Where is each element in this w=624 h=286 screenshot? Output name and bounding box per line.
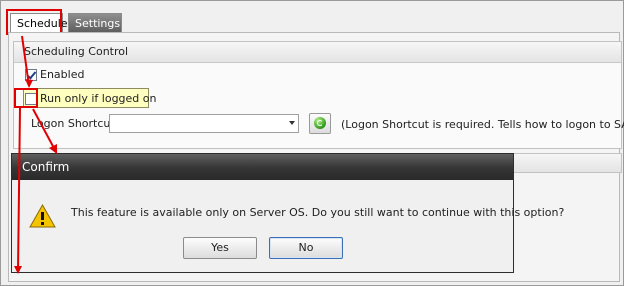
dialog-message: This feature is available only on Server…: [71, 206, 565, 219]
section-header: [508, 153, 622, 173]
group-title: Scheduling Control: [14, 42, 621, 63]
enabled-checkbox[interactable]: [25, 69, 37, 81]
confirm-dialog: Confirm This feature is available only o…: [11, 153, 564, 273]
logon-shortcut-label: Logon Shortcut: [31, 117, 115, 130]
warning-icon: [29, 204, 56, 228]
yes-button[interactable]: Yes: [183, 237, 257, 259]
enabled-label: Enabled: [40, 68, 85, 81]
logon-shortcut-select[interactable]: [109, 114, 299, 133]
dialog-title: Confirm: [12, 154, 513, 180]
refresh-button[interactable]: [309, 113, 331, 134]
run-logged-on-label: Run only if logged on: [40, 92, 157, 105]
chevron-down-icon: [289, 121, 295, 125]
refresh-icon: [314, 117, 326, 129]
no-button[interactable]: No: [269, 237, 343, 259]
logon-shortcut-hint: (Logon Shortcut is required. Tells how t…: [341, 118, 624, 131]
checkbox-highlight: [14, 88, 38, 108]
tab-settings[interactable]: Settings: [68, 13, 122, 32]
